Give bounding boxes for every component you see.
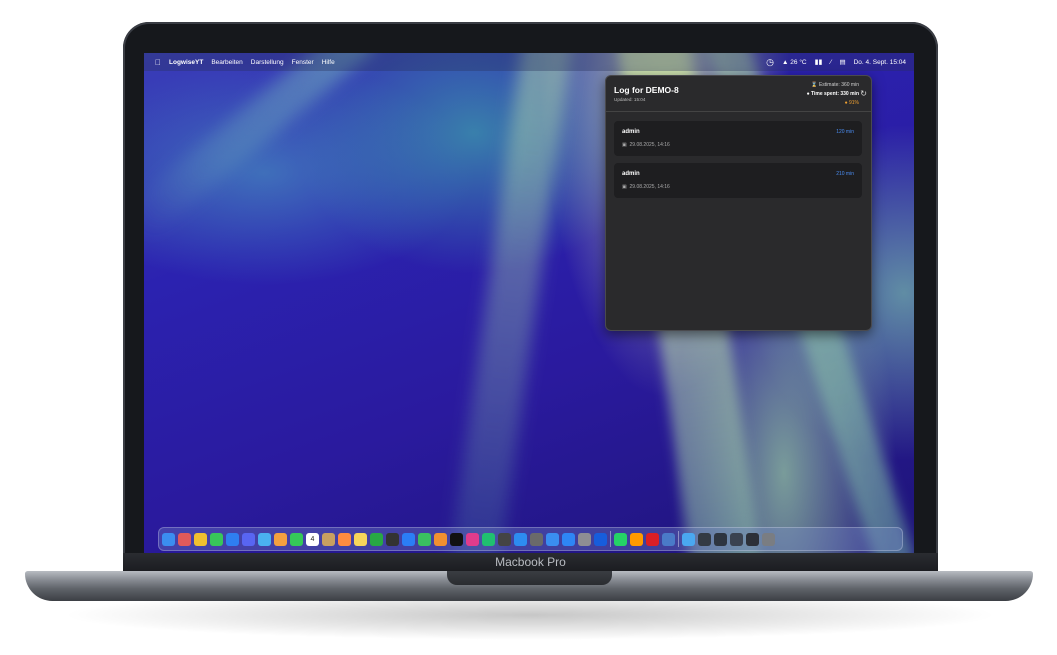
chrome-icon[interactable] (194, 532, 207, 546)
bitwarden-icon[interactable] (594, 532, 607, 546)
calendar-icon[interactable]: 4 (306, 532, 319, 546)
menu-darstellung[interactable]: Darstellung (251, 59, 284, 66)
notes-icon[interactable] (322, 532, 335, 546)
hourglass-icon: ⌛ (811, 82, 818, 88)
entry-date: 29.08.2025, 14:16 (629, 142, 670, 148)
window-icon-3[interactable] (730, 532, 743, 546)
window-icon[interactable] (698, 532, 711, 546)
clock-icon: ● (806, 91, 810, 97)
pycharm-icon[interactable] (482, 532, 495, 546)
facetime-icon[interactable] (290, 532, 303, 546)
entry-duration: 210 min (836, 171, 854, 177)
settings-icon[interactable] (578, 532, 591, 546)
device-label: Macbook Pro (495, 555, 566, 569)
window-icon-2[interactable] (714, 532, 727, 546)
finder-icon[interactable] (162, 532, 175, 546)
battery-icon[interactable]: ▮▮ (815, 58, 823, 66)
reminders-icon[interactable] (338, 532, 351, 546)
weather-text: 26 °C (790, 58, 807, 66)
trash-icon[interactable] (762, 532, 775, 546)
laptop-notch (447, 571, 612, 585)
apple-icon[interactable]:  (155, 58, 161, 67)
discord-icon[interactable] (242, 532, 255, 546)
weather-icon: ▲ (782, 58, 789, 66)
photos-icon[interactable] (274, 532, 287, 546)
menu-clock[interactable]: Do. 4. Sept. 15:04 (854, 59, 906, 66)
calendar-icon: ▣ (622, 142, 627, 148)
mail-icon[interactable] (226, 532, 239, 546)
popup-updated: Updated: 15:04 (614, 97, 646, 102)
estimate-text: Estimate: 360 min (818, 82, 859, 88)
whatsapp-icon[interactable] (614, 532, 627, 546)
popup-stats: ⌛ Estimate: 360 min ● Time spent: 330 mi… (807, 81, 859, 108)
popup-title: Log for DEMO-8 (614, 85, 679, 95)
entry-duration: 120 min (836, 129, 854, 135)
messages-icon[interactable] (210, 532, 223, 546)
entry-user: admin (622, 129, 640, 135)
wifi-off-icon[interactable]: ∕ (830, 59, 831, 66)
wallpaper-beam (446, 53, 574, 553)
logwise-status-icon[interactable]: ◷ (766, 57, 774, 68)
dock-separator (610, 531, 611, 547)
popup-header: Log for DEMO-8 Updated: 15:04 ⌛ Estimate… (606, 76, 871, 112)
dock-separator (678, 531, 679, 547)
log-entry[interactable]: admin 210 min ▣ 29.08.2025, 14:16 (614, 163, 862, 198)
app-store-icon[interactable] (562, 532, 575, 546)
keynote-icon[interactable] (402, 532, 415, 546)
percent-text: 91% (848, 100, 859, 106)
pages-icon[interactable] (434, 532, 447, 546)
github-icon[interactable] (530, 532, 543, 546)
wallpaper-beam (144, 53, 377, 242)
time-spent-text: Time spent: 330 min (811, 91, 859, 97)
screen-sharing-icon[interactable] (662, 532, 675, 546)
menu-fenster[interactable]: Fenster (292, 59, 314, 66)
weather-item[interactable]: ▲ 26 °C (782, 59, 807, 66)
creative-cloud-icon[interactable] (646, 532, 659, 546)
percent-icon: ● (844, 100, 848, 106)
window-icon-4[interactable] (746, 532, 759, 546)
desktop-screen:  LogwiseYT Bearbeiten Darstellung Fenst… (144, 53, 914, 553)
illustrator-icon[interactable] (630, 532, 643, 546)
dock: 4 (158, 527, 903, 551)
numbers-icon[interactable] (370, 532, 383, 546)
xcode-icon[interactable] (514, 532, 527, 546)
refresh-icon[interactable]: ↻ (860, 89, 867, 98)
menu-app-name[interactable]: LogwiseYT (169, 59, 203, 66)
launchpad-icon[interactable] (178, 532, 191, 546)
control-center-icon[interactable]: ▤ (839, 58, 845, 66)
calendar-icon: ▣ (622, 184, 627, 190)
entry-date: 29.08.2025, 14:16 (629, 184, 670, 190)
folder-icon[interactable] (682, 532, 695, 546)
stickies-icon[interactable] (354, 532, 367, 546)
numbers-chart-icon[interactable] (418, 532, 431, 546)
log-entry[interactable]: admin 120 min ▣ 29.08.2025, 14:16 (614, 121, 862, 156)
log-popup: Log for DEMO-8 Updated: 15:04 ⌛ Estimate… (605, 75, 872, 331)
menu-hilfe[interactable]: Hilfe (322, 59, 335, 66)
stack-icon[interactable] (498, 532, 511, 546)
preview-icon[interactable] (258, 532, 271, 546)
maps-icon[interactable] (546, 532, 559, 546)
intellij-icon[interactable] (466, 532, 479, 546)
final-cut-icon[interactable] (386, 532, 399, 546)
menu-bearbeiten[interactable]: Bearbeiten (211, 59, 242, 66)
chatgpt-icon[interactable] (450, 532, 463, 546)
menu-bar:  LogwiseYT Bearbeiten Darstellung Fenst… (144, 53, 914, 71)
entry-user: admin (622, 171, 640, 177)
